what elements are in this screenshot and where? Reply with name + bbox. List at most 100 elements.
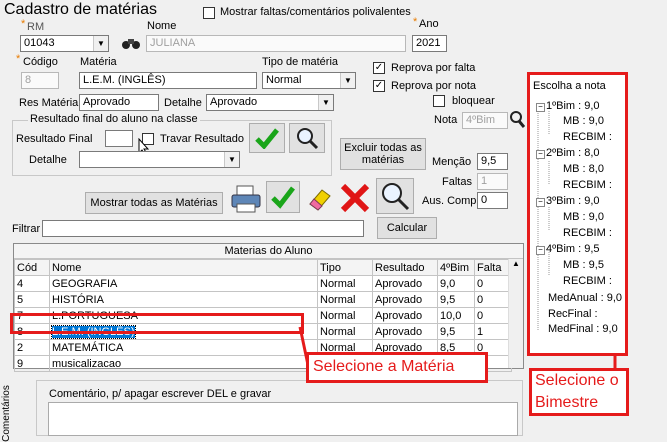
eraser-icon[interactable]	[304, 184, 334, 212]
ano-required-star: *	[413, 16, 418, 28]
aus-comp-label: Aus. Comp	[422, 195, 477, 207]
reprova-nota-checkbox[interactable]: ✓	[373, 80, 385, 92]
table-cell: MATEMÁTICA	[49, 339, 318, 356]
resultado-final-label: Resultado Final	[16, 133, 93, 145]
binoculars-icon[interactable]	[121, 36, 141, 51]
column-header[interactable]: 4ºBim	[437, 259, 475, 276]
codigo-field[interactable]: 8	[21, 72, 59, 89]
reprova-nota-label: Reprova por nota	[391, 80, 476, 92]
scroll-up-icon[interactable]: ▲	[509, 259, 523, 273]
tree-collapse-icon[interactable]: −	[536, 150, 545, 159]
tree-item[interactable]: MB : 9,5	[563, 259, 604, 271]
bloquear-label: bloquear	[452, 95, 495, 107]
table-cell: Normal	[317, 307, 373, 324]
bimestre-note-text-2: Bimestre	[535, 394, 599, 411]
search-button[interactable]	[376, 178, 414, 214]
resultado-final-field[interactable]	[105, 130, 133, 147]
resultado-detalhe-label: Detalhe	[29, 154, 67, 166]
tree-item[interactable]: 2ºBim : 8,0	[546, 147, 600, 159]
mencao-field[interactable]: 9,5	[477, 153, 508, 170]
detalhe-combo[interactable]: Aprovado ▼	[206, 94, 334, 111]
chevron-down-icon[interactable]: ▼	[340, 73, 355, 88]
nome-field[interactable]: JULIANA	[146, 35, 406, 52]
column-header[interactable]: Resultado	[372, 259, 438, 276]
aus-comp-field[interactable]: 0	[477, 192, 508, 209]
tree-item[interactable]: MedFinal : 9,0	[548, 323, 618, 335]
grid-scrollbar[interactable]: ▲	[508, 259, 523, 368]
column-header[interactable]: Nome	[49, 259, 318, 276]
filtrar-input[interactable]	[42, 220, 364, 237]
table-cell: musicalizacao	[49, 355, 318, 372]
tree-item[interactable]: 3ºBim : 9,0	[546, 195, 600, 207]
tree-collapse-icon[interactable]: −	[536, 198, 545, 207]
ano-field[interactable]: 2021	[412, 35, 447, 52]
column-header[interactable]: Cód	[14, 259, 50, 276]
printer-icon[interactable]	[229, 183, 263, 215]
res-materia-label: Res Matéria	[19, 97, 79, 109]
materia-note-text: Selecione a Matéria	[313, 358, 455, 375]
reprova-falta-checkbox[interactable]: ✓	[373, 62, 385, 74]
table-cell: Normal	[317, 291, 373, 308]
column-header[interactable]: Falta	[474, 259, 512, 276]
tree-item[interactable]: RECBIM :	[563, 179, 612, 191]
excluir-todas-button[interactable]: Excluir todas as matérias	[340, 138, 426, 170]
show-faltas-checkbox[interactable]	[203, 7, 215, 19]
tree-item[interactable]: MB : 9,0	[563, 115, 604, 127]
table-cell: HISTÓRIA	[49, 291, 318, 308]
materias-grid[interactable]: Materias do Aluno Cód Nome Tipo Resultado 4º…	[13, 243, 524, 372]
show-faltas-label: Mostrar faltas/comentários polivalentes	[220, 6, 411, 18]
table-cell: Normal	[317, 275, 373, 292]
filtrar-label: Filtrar	[12, 223, 41, 235]
delete-x-icon[interactable]	[338, 181, 372, 215]
tree-collapse-icon[interactable]: −	[536, 246, 545, 255]
tree-item[interactable]: MB : 8,0	[563, 163, 604, 175]
mencao-label: Menção	[432, 156, 472, 168]
calcular-button[interactable]: Calcular	[377, 217, 437, 239]
faltas-field[interactable]: 1	[477, 173, 508, 190]
rm-combo[interactable]: 01043 ▼	[20, 35, 109, 52]
chevron-down-icon[interactable]: ▼	[93, 36, 108, 51]
chevron-down-icon[interactable]: ▼	[318, 95, 333, 110]
travar-resultado-label: Travar Resultado	[160, 133, 244, 145]
column-header[interactable]: Tipo	[317, 259, 373, 276]
bloquear-checkbox[interactable]	[433, 95, 445, 107]
search-resultado-button[interactable]	[289, 123, 325, 153]
tree-item[interactable]: RECBIM :	[563, 131, 612, 143]
rm-required-star: *	[21, 18, 26, 30]
materia-field[interactable]: L.E.M. (INGLÊS)	[79, 72, 257, 89]
tree-item[interactable]: RecFinal :	[548, 308, 598, 320]
search-icon[interactable]	[509, 110, 526, 128]
comment-textarea[interactable]	[48, 402, 518, 436]
selected-row-highlight	[10, 313, 304, 334]
reprova-falta-label: Reprova por falta	[391, 62, 476, 74]
tree-item[interactable]: MedAnual : 9,0	[548, 292, 622, 304]
detalhe-label: Detalhe	[164, 97, 202, 109]
table-cell: Aprovado	[372, 275, 438, 292]
materia-label: Matéria	[80, 56, 117, 68]
tree-item[interactable]: RECBIM :	[563, 275, 612, 287]
mostrar-todas-button[interactable]: Mostrar todas as Matérias	[85, 192, 223, 214]
res-materia-field[interactable]: Aprovado	[79, 94, 159, 111]
nota-field[interactable]: 4ºBim	[462, 112, 508, 129]
codigo-required-star: *	[16, 53, 21, 65]
chevron-down-icon[interactable]: ▼	[224, 152, 239, 167]
table-cell: 9,5	[437, 291, 475, 308]
table-cell: 1	[474, 323, 512, 340]
tree-collapse-icon[interactable]: −	[536, 103, 545, 112]
table-cell: 4	[14, 275, 50, 292]
bimestre-note-text-1: Selecione o	[535, 372, 619, 389]
table-row[interactable]: 5 HISTÓRIA Normal Aprovado 9,5 0	[14, 291, 512, 308]
tree-item[interactable]: RECBIM :	[563, 227, 612, 239]
tree-item[interactable]: 4ºBim : 9,5	[546, 243, 600, 255]
detalhe-value: Aprovado	[210, 96, 258, 108]
table-cell: Aprovado	[372, 323, 438, 340]
tipo-combo[interactable]: Normal ▼	[262, 72, 356, 89]
tree-item[interactable]: MB : 9,0	[563, 211, 604, 223]
resultado-detalhe-combo[interactable]: ▼	[79, 151, 240, 168]
tree-item[interactable]: 1ºBim : 9,0	[546, 100, 600, 112]
confirm-check-button[interactable]	[249, 123, 285, 153]
save-check-button[interactable]	[266, 181, 300, 213]
table-cell: 0	[474, 275, 512, 292]
table-cell: 9,0	[437, 275, 475, 292]
table-row[interactable]: 4 GEOGRAFIA Normal Aprovado 9,0 0	[14, 275, 512, 292]
